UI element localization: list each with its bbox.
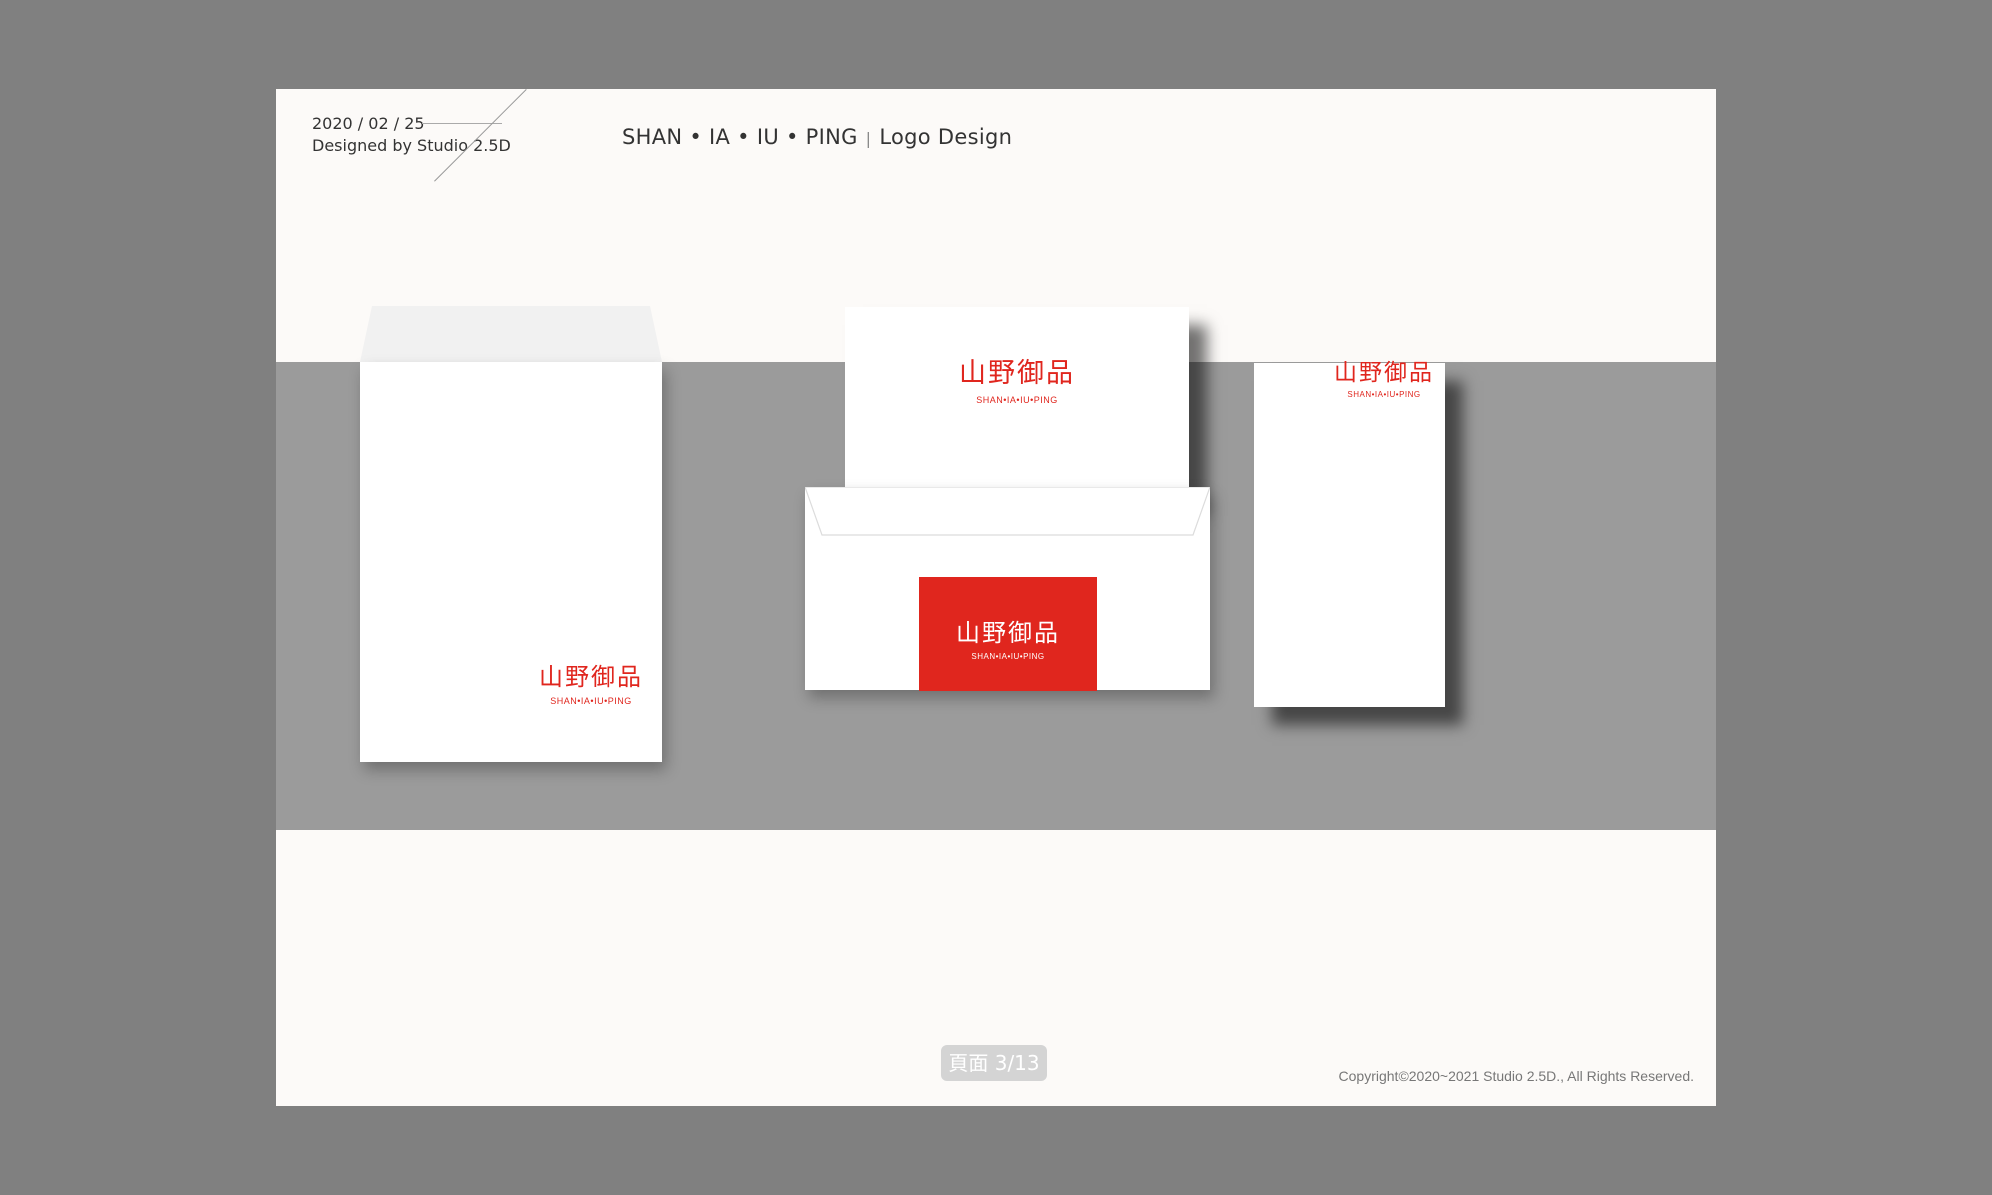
page-indicator[interactable]: 頁面 3/13 — [941, 1045, 1047, 1081]
logo-chinese-text: 山野御品 — [956, 619, 1060, 647]
window-envelope-flap — [805, 487, 1210, 536]
logo-english-text: SHAN•IA•IU•PING — [976, 395, 1058, 405]
logo-english-text: SHAN•IA•IU•PING — [971, 652, 1045, 661]
presentation-slide: 2020 / 02 / 25 Designed by Studio 2.5D S… — [276, 89, 1716, 1106]
brand-title: SHAN • IA • IU • PING — [622, 125, 858, 149]
date-label: 2020 / 02 / 25 — [312, 114, 425, 133]
page-title: SHAN • IA • IU • PING | Logo Design — [622, 125, 1012, 149]
title-separator: | — [865, 129, 872, 148]
business-card-logo: 山野御品 SHAN•IA•IU•PING — [952, 351, 1082, 405]
logo-chinese-text: 山野御品 — [959, 358, 1075, 389]
window-envelope-logo: 山野御品 SHAN•IA•IU•PING — [948, 613, 1068, 661]
copyright-notice: Copyright©2020~2021 Studio 2.5D., All Ri… — [1338, 1068, 1694, 1084]
letterhead-sheet — [1254, 363, 1445, 707]
logo-chinese-text: 山野御品 — [539, 663, 643, 691]
large-envelope-flap — [360, 306, 662, 362]
logo-chinese-text: 山野御品 — [1334, 360, 1434, 386]
letterhead-logo: 山野御品 SHAN•IA•IU•PING — [1328, 353, 1440, 399]
logo-english-text: SHAN•IA•IU•PING — [1347, 390, 1421, 399]
designer-credit: Designed by Studio 2.5D — [312, 136, 511, 155]
logo-english-text: SHAN•IA•IU•PING — [550, 696, 632, 706]
large-envelope-logo: 山野御品 SHAN•IA•IU•PING — [536, 657, 646, 706]
title-subtitle: Logo Design — [879, 125, 1013, 149]
